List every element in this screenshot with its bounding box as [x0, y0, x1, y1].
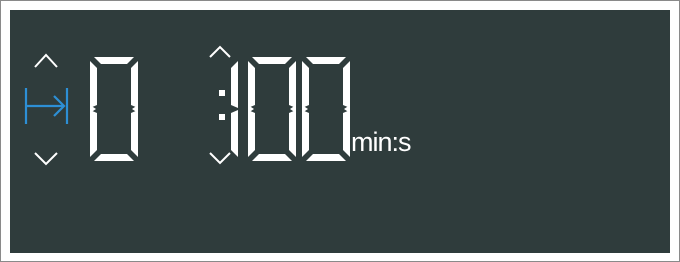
segment-e [302, 110, 309, 157]
chevron-up-icon[interactable] [209, 45, 231, 58]
segment-d [94, 154, 134, 161]
segment-c [343, 110, 350, 157]
digit-1 [90, 57, 138, 161]
chevron-down-icon[interactable] [209, 152, 231, 165]
segment-c [131, 110, 138, 157]
minute-up-button[interactable] [209, 45, 231, 58]
segment-e [90, 110, 97, 157]
skip-to-end-icon[interactable] [24, 88, 69, 124]
segment-c [231, 110, 238, 157]
segment-a [94, 57, 134, 64]
digit-4 [302, 57, 350, 161]
digit-layer [90, 57, 350, 161]
segment-f [90, 61, 97, 108]
segment-d [306, 154, 346, 161]
digit-3 [248, 57, 296, 161]
segment-a [252, 57, 292, 64]
timer-display [24, 45, 350, 166]
segment-e [248, 110, 255, 157]
hour-down-button[interactable] [34, 152, 58, 166]
segment-f [248, 61, 255, 108]
digit-2 [231, 61, 238, 157]
colon-separator [219, 90, 225, 120]
unit-label: min:s [351, 127, 412, 157]
segment-b [231, 61, 238, 108]
mode-button[interactable] [24, 88, 69, 124]
chevron-down-icon[interactable] [34, 152, 58, 166]
segment-a [306, 57, 346, 64]
segment-b [131, 61, 138, 108]
segment-f [302, 61, 309, 108]
minute-down-button[interactable] [209, 152, 231, 165]
hour-up-button[interactable] [34, 53, 58, 68]
segment-b [289, 61, 296, 108]
chevron-up-icon[interactable] [34, 53, 58, 68]
device-frame: min:s [0, 0, 680, 262]
segment-c [289, 110, 296, 157]
segment-d [252, 154, 292, 161]
timer-display-panel: min:s [10, 10, 670, 253]
segment-b [343, 61, 350, 108]
